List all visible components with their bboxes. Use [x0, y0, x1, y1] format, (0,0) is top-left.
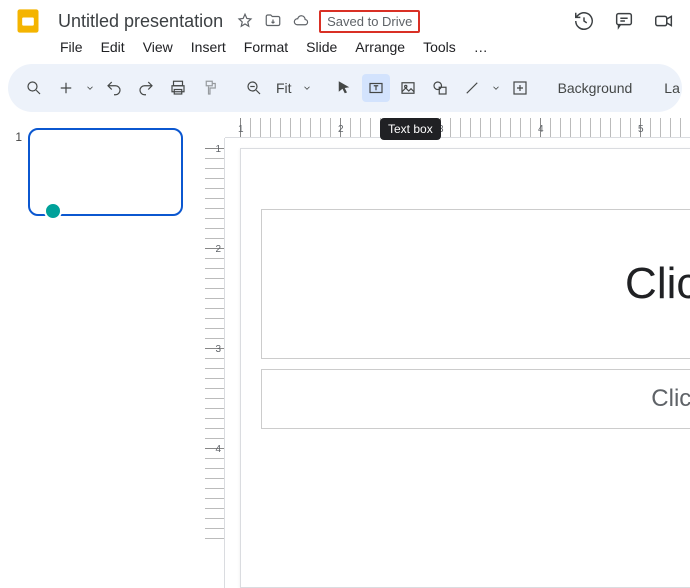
line-tool[interactable] [458, 74, 486, 102]
canvas-area: 123456 1234 Click to add Click to add su… [195, 118, 690, 588]
collaborator-dot-icon [44, 202, 62, 220]
slide-thumbnail[interactable] [28, 128, 183, 216]
paint-format-button[interactable] [196, 74, 224, 102]
cloud-status-icon[interactable] [291, 11, 311, 31]
search-menu-button[interactable] [20, 74, 48, 102]
tooltip-textbox: Text box [380, 118, 441, 140]
menu-arrange[interactable]: Arrange [347, 35, 413, 59]
add-comment-button[interactable] [506, 74, 534, 102]
ruler-vertical: 1234 [205, 138, 225, 588]
zoom-label[interactable]: Fit [272, 80, 296, 96]
title-placeholder-text: Click to add [625, 259, 690, 309]
ruler-horizontal: 123456 [225, 118, 690, 138]
doc-title[interactable]: Untitled presentation [54, 9, 227, 34]
comments-icon[interactable] [608, 5, 640, 37]
save-status[interactable]: Saved to Drive [319, 10, 420, 33]
menu-more[interactable]: … [466, 35, 496, 59]
menu-view[interactable]: View [135, 35, 181, 59]
zoom-out-button[interactable] [240, 74, 268, 102]
slide-viewport[interactable]: Click to add Click to add subt [240, 148, 690, 588]
background-button[interactable]: Background [550, 76, 641, 100]
image-tool[interactable] [394, 74, 422, 102]
line-dropdown[interactable] [490, 74, 502, 102]
title-placeholder[interactable]: Click to add [261, 209, 690, 359]
version-history-icon[interactable] [568, 5, 600, 37]
menu-edit[interactable]: Edit [93, 35, 133, 59]
move-folder-icon[interactable] [263, 11, 283, 31]
menu-tools[interactable]: Tools [415, 35, 464, 59]
layout-button[interactable]: La [656, 76, 688, 100]
menu-slide[interactable]: Slide [298, 35, 345, 59]
menu-format[interactable]: Format [236, 35, 296, 59]
main-area: 1 123456 1234 Click to add Click to add … [0, 118, 690, 588]
filmstrip: 1 [0, 118, 195, 588]
header: Untitled presentation Saved to Drive Fil… [0, 0, 690, 64]
menu-insert[interactable]: Insert [183, 35, 234, 59]
shape-tool[interactable] [426, 74, 454, 102]
toolbar: Fit Background La Text box [8, 64, 682, 112]
video-call-icon[interactable] [648, 5, 680, 37]
slide-canvas[interactable]: Click to add Click to add subt [240, 148, 690, 588]
subtitle-placeholder-text: Click to add subt [651, 385, 690, 413]
slide-entry[interactable]: 1 [0, 128, 195, 216]
new-slide-dropdown[interactable] [84, 74, 96, 102]
subtitle-placeholder[interactable]: Click to add subt [261, 369, 690, 429]
new-slide-button[interactable] [52, 74, 80, 102]
menubar: File Edit View Insert Format Slide Arran… [0, 36, 690, 64]
menu-file[interactable]: File [52, 35, 91, 59]
select-tool[interactable] [330, 74, 358, 102]
redo-button[interactable] [132, 74, 160, 102]
zoom-dropdown[interactable] [300, 74, 314, 102]
slide-number: 1 [12, 128, 22, 144]
print-button[interactable] [164, 74, 192, 102]
header-titlebar: Untitled presentation Saved to Drive [0, 6, 690, 36]
undo-button[interactable] [100, 74, 128, 102]
slides-logo[interactable] [10, 3, 46, 39]
star-icon[interactable] [235, 11, 255, 31]
textbox-tool[interactable] [362, 74, 390, 102]
